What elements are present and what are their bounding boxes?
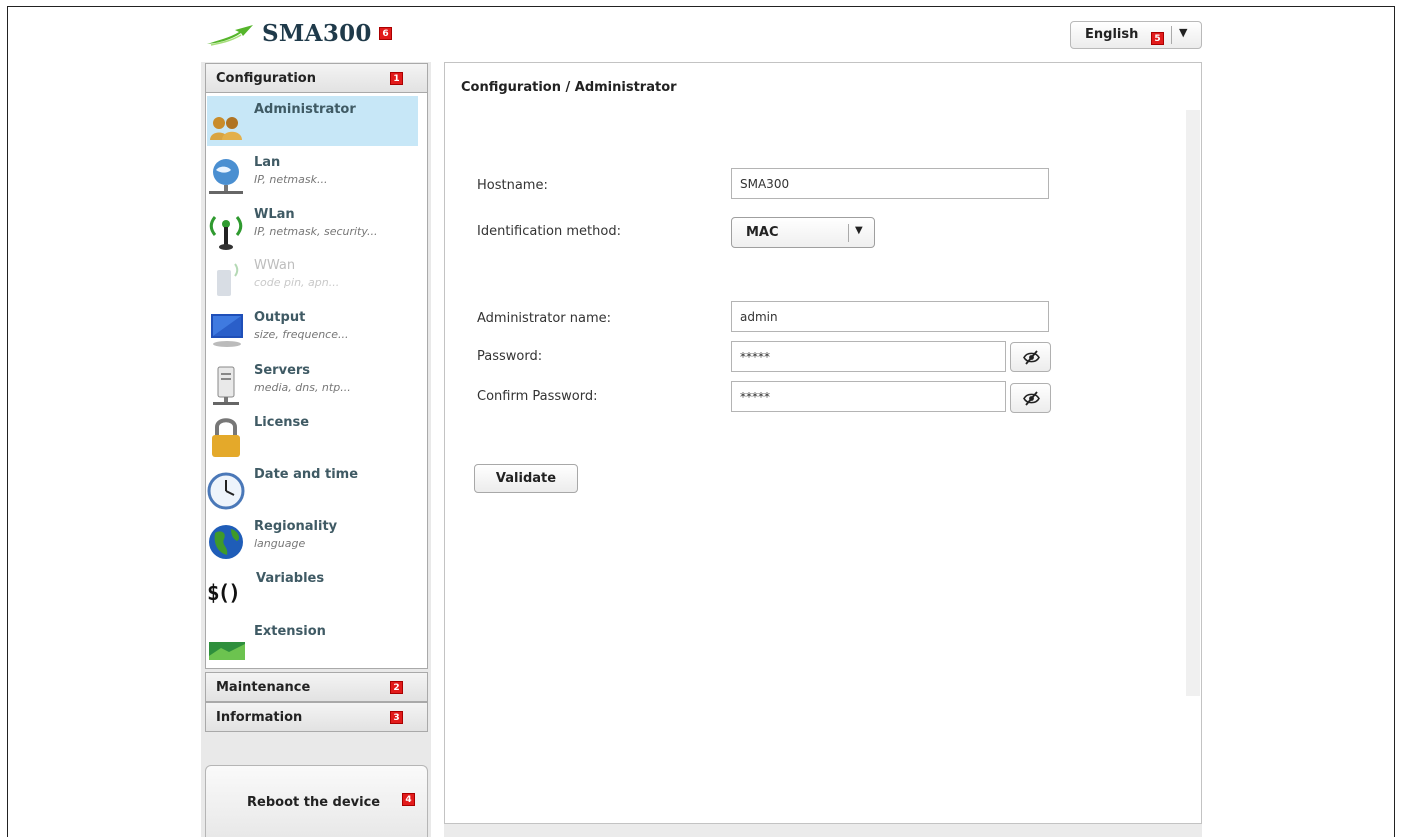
scrollbar-track[interactable] — [1186, 110, 1200, 696]
divider — [1171, 26, 1172, 44]
logo-icon — [207, 25, 253, 46]
callout-marker: 6 — [379, 27, 392, 40]
users-icon — [210, 117, 242, 140]
sidebar-item-title: Servers — [254, 363, 311, 378]
administrator-name-input[interactable] — [731, 301, 1049, 332]
password-input[interactable] — [731, 341, 1006, 372]
sidebar-item-output[interactable]: Output size, frequence... — [207, 310, 418, 360]
sidebar-item-title: Lan — [254, 155, 281, 170]
hostname-input[interactable] — [731, 168, 1049, 199]
confirm-password-input[interactable] — [731, 381, 1006, 412]
sidebar-item-title: WLan — [254, 207, 295, 222]
sidebar-item-subtitle: IP, netmask, security... — [254, 225, 378, 238]
sidebar-item-servers[interactable]: Servers media, dns, ntp... — [207, 363, 418, 413]
section-configuration[interactable]: Configuration 1 — [205, 63, 428, 93]
reboot-label: Reboot the device — [247, 795, 381, 810]
sidebar-item-title: Date and time — [254, 467, 359, 482]
breadcrumb: Configuration / Administrator — [461, 80, 677, 95]
divider — [848, 224, 849, 242]
callout-marker: 3 — [390, 711, 403, 724]
identification-method-label: Identification method: — [477, 224, 621, 239]
sidebar-item-title: WWan — [254, 258, 296, 273]
callout-marker: 1 — [390, 72, 403, 85]
confirm-password-label: Confirm Password: — [477, 389, 598, 404]
sidebar-item-regionality[interactable]: Regionality language — [207, 519, 418, 569]
wireless-antenna-icon — [209, 216, 243, 250]
sidebar-item-wlan[interactable]: WLan IP, netmask, security... — [207, 207, 418, 257]
identification-method-value: MAC — [746, 225, 779, 240]
section-information[interactable]: Information 3 — [205, 702, 428, 732]
app-title: SMA300 — [262, 20, 372, 47]
section-label: Information — [216, 710, 303, 725]
sidebar-item-title: Extension — [254, 624, 326, 639]
sidebar-item-variables[interactable]: $() Variables — [207, 571, 418, 621]
sidebar-item-lan[interactable]: Lan IP, netmask... — [207, 155, 418, 205]
clock-icon — [207, 472, 245, 510]
validate-button[interactable]: Validate — [474, 464, 578, 493]
mobile-phone-icon — [217, 263, 239, 296]
section-label: Configuration — [216, 71, 316, 86]
sidebar-item-title: Variables — [256, 571, 325, 586]
sidebar-item-title: Regionality — [254, 519, 338, 534]
server-icon — [213, 366, 239, 405]
identification-method-select[interactable]: MAC ▼ — [731, 217, 875, 248]
show-password-button[interactable] — [1010, 342, 1051, 372]
password-label: Password: — [477, 349, 543, 364]
sidebar-item-wwan[interactable]: WWan code pin, apn... — [207, 258, 418, 308]
sidebar-item-subtitle: language — [254, 537, 306, 550]
sidebar-item-title: License — [254, 415, 310, 430]
callout-marker: 2 — [390, 681, 403, 694]
section-maintenance[interactable]: Maintenance 2 — [205, 672, 428, 702]
callout-marker: 4 — [402, 793, 415, 806]
administrator-name-label: Administrator name: — [477, 311, 611, 326]
show-confirm-password-button[interactable] — [1010, 383, 1051, 413]
sidebar-item-subtitle: media, dns, ntp... — [254, 381, 351, 394]
monitor-icon — [211, 314, 243, 347]
padlock-icon — [212, 418, 240, 457]
sidebar-item-subtitle: IP, netmask... — [254, 173, 328, 186]
language-select-value: English — [1085, 27, 1139, 42]
extension-icon — [209, 642, 245, 660]
hostname-label: Hostname: — [477, 178, 548, 193]
variables-icon: $() — [207, 581, 241, 605]
callout-marker: 5 — [1151, 32, 1164, 45]
sidebar-item-title: Output — [254, 310, 306, 325]
sidebar-item-extension[interactable]: Extension — [207, 624, 418, 674]
hidden-eye-icon — [1023, 391, 1040, 406]
globe-icon — [209, 525, 243, 559]
hidden-eye-icon — [1023, 350, 1040, 365]
dropdown-arrow-icon: ▼ — [855, 225, 863, 236]
sidebar-item-subtitle: code pin, apn... — [254, 276, 340, 289]
dropdown-arrow-icon: ▼ — [1179, 26, 1188, 39]
language-select[interactable]: English 5 ▼ — [1070, 21, 1202, 49]
sidebar-item-license[interactable]: License — [207, 415, 418, 465]
section-label: Maintenance — [216, 680, 311, 695]
network-globe-icon — [209, 159, 243, 194]
sidebar-item-title: Administrator — [254, 102, 356, 117]
sidebar-item-date-and-time[interactable]: Date and time — [207, 467, 418, 517]
sidebar-item-administrator[interactable]: Administrator — [207, 96, 418, 146]
sidebar-item-subtitle: size, frequence... — [254, 328, 349, 341]
reboot-button[interactable]: Reboot the device 4 — [205, 765, 428, 837]
